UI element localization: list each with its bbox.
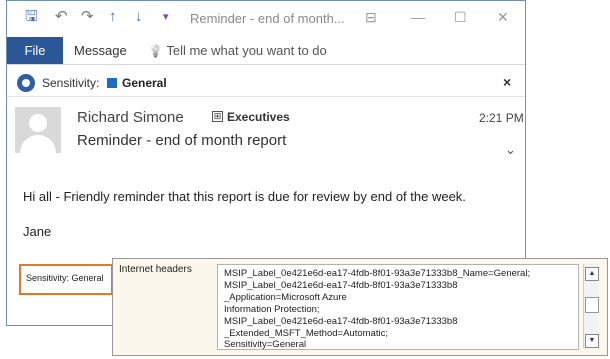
header-line: _Application=Microsoft Azure — [224, 292, 347, 303]
tab-message[interactable]: Message — [74, 43, 127, 58]
undo-icon[interactable]: ↶ — [55, 9, 68, 25]
more-icon[interactable]: ▾ — [163, 9, 169, 25]
header-line: MSIP_Label_0e421e6d-ea17-4fdb-8f01-93a3e… — [224, 316, 458, 327]
arrow-up-icon[interactable]: ↑ — [109, 9, 117, 25]
ribbon-tabs: File Message 💡 Tell me what you want to … — [7, 37, 525, 65]
header-line: Sensitivity=General — [224, 339, 307, 350]
chevron-down-icon[interactable]: ⌄ — [505, 142, 516, 158]
sensitivity-footer-text: Sensitivity: General — [26, 273, 104, 283]
lightbulb-icon: 💡 — [148, 44, 163, 58]
minimize-icon[interactable]: — — [411, 9, 425, 25]
close-icon[interactable]: ✕ — [497, 9, 509, 26]
sensitivity-label: Sensitivity: — [42, 76, 100, 90]
title-bar: 🖫 ↶ ↷ ↑ ↓ ▾ Reminder - end of month... ⊟… — [7, 1, 525, 35]
save-icon[interactable]: 🖫 — [25, 9, 38, 25]
redo-icon[interactable]: ↷ — [81, 9, 94, 25]
header-line: Information Protection; — [224, 304, 320, 315]
window-title: Reminder - end of month... — [190, 11, 345, 26]
scroll-thumb[interactable] — [585, 297, 599, 313]
header-line: MSIP_Label_0e421e6d-ea17-4fdb-8f01-93a3e… — [224, 280, 458, 291]
maximize-icon[interactable]: ☐ — [454, 9, 467, 26]
avatar-head — [29, 114, 47, 132]
header-line: MSIP_Label_0e421e6d-ea17-4fdb-8f01-93a3e… — [224, 268, 531, 279]
tab-file[interactable]: File — [7, 37, 63, 64]
expand-group-icon[interactable]: ⊞ — [212, 111, 223, 122]
internet-headers-label: Internet headers — [119, 264, 192, 275]
message-subject: Reminder - end of month report — [77, 132, 287, 149]
sensitivity-footer-highlight: Sensitivity: General — [19, 264, 113, 295]
ribbon-display-icon[interactable]: ⊟ — [365, 9, 377, 26]
tell-me-text: Tell me what you want to do — [166, 43, 327, 58]
internet-headers-textbox[interactable]: MSIP_Label_0e421e6d-ea17-4fdb-8f01-93a3e… — [217, 264, 579, 350]
internet-headers-panel: Internet headers MSIP_Label_0e421e6d-ea1… — [112, 258, 608, 356]
close-sensitivity-bar-icon[interactable]: × — [503, 74, 511, 90]
arrow-down-icon[interactable]: ↓ — [135, 9, 143, 25]
header-line: _Extended_MSFT_Method=Automatic; — [224, 328, 388, 339]
avatar — [15, 107, 61, 153]
sender-name[interactable]: Richard Simone — [77, 109, 184, 126]
sensitivity-bar: Sensitivity: General × — [7, 71, 525, 97]
sensitivity-icon — [17, 74, 35, 92]
sensitivity-color-tag — [107, 78, 117, 88]
tell-me-search[interactable]: 💡 Tell me what you want to do — [148, 43, 327, 58]
sensitivity-value[interactable]: General — [122, 76, 167, 90]
avatar-body — [20, 135, 56, 153]
scroll-up-icon[interactable]: ▲ — [585, 267, 599, 281]
recipient-group[interactable]: Executives — [227, 110, 290, 124]
sent-time: 2:21 PM — [479, 111, 524, 125]
headers-scrollbar[interactable]: ▲ ▼ — [583, 264, 599, 348]
body-text-line: Hi all - Friendly reminder that this rep… — [23, 189, 466, 204]
body-signature: Jane — [23, 224, 52, 239]
scroll-down-icon[interactable]: ▼ — [585, 334, 599, 348]
